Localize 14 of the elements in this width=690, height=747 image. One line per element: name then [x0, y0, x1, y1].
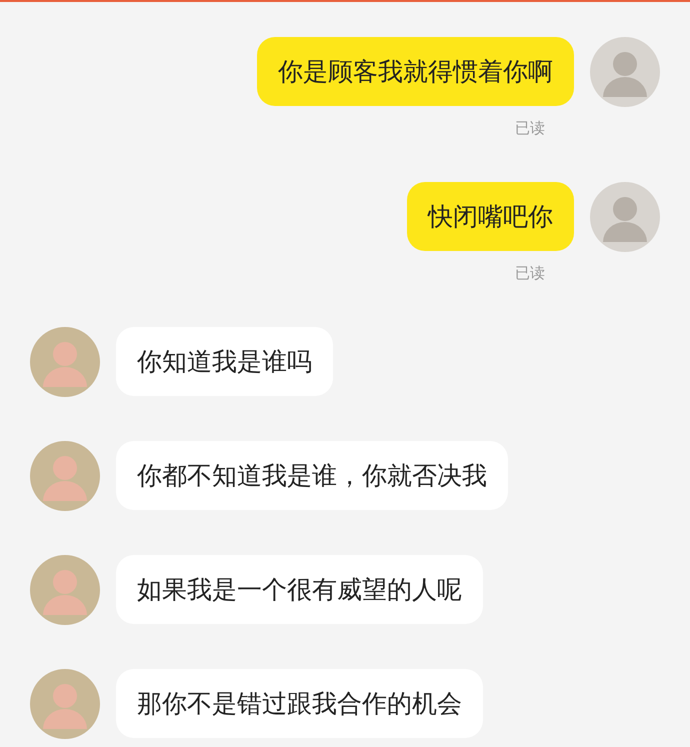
avatar-icon — [30, 327, 100, 397]
avatar-icon — [30, 555, 100, 625]
message-bubble: 快闭嘴吧你 — [407, 182, 574, 251]
message-bubble: 你知道我是谁吗 — [116, 327, 333, 396]
message-bubble: 你是顾客我就得惯着你啊 — [257, 37, 574, 106]
avatar-icon — [30, 669, 100, 739]
message-bubble: 那你不是错过跟我合作的机会 — [116, 669, 483, 738]
read-status: 已读 — [514, 119, 545, 138]
message-bubble: 如果我是一个很有威望的人呢 — [116, 555, 483, 624]
avatar-icon — [590, 182, 660, 252]
avatar-icon — [30, 441, 100, 511]
message-bubble: 你都不知道我是谁，你就否决我 — [116, 441, 508, 510]
avatar-icon — [590, 37, 660, 107]
read-status: 已读 — [514, 264, 545, 283]
